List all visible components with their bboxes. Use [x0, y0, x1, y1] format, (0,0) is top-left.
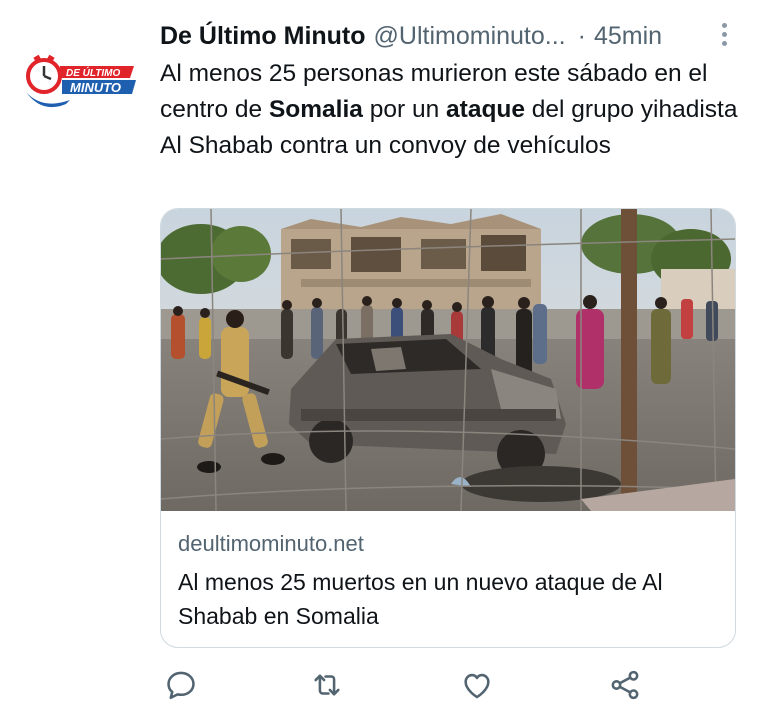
timestamp[interactable]: 45min	[594, 22, 662, 51]
share-icon	[611, 670, 639, 700]
tweet-text-bold-ataque: ataque	[446, 96, 525, 123]
card-image[interactable]	[161, 209, 735, 511]
retweet-button[interactable]	[310, 668, 350, 708]
more-options-icon[interactable]	[714, 20, 734, 52]
reply-button[interactable]	[164, 668, 204, 708]
de-ultimo-minuto-logo: DE ÚLTIMO MINUTO	[26, 54, 136, 108]
logo-text-bottom: MINUTO	[70, 80, 121, 95]
logo-text-top: DE ÚLTIMO	[66, 66, 120, 79]
card-domain: deultimominuto.net	[178, 531, 364, 556]
tweet[interactable]: DE ÚLTIMO MINUTO De Último Minuto @Ultim…	[0, 0, 760, 728]
burned-car-photo	[161, 209, 735, 511]
heart-icon	[464, 673, 490, 699]
tweet-text-part: por un	[362, 96, 447, 123]
like-button[interactable]	[460, 668, 500, 708]
account-avatar[interactable]: DE ÚLTIMO MINUTO	[22, 52, 140, 114]
tweet-text-bold-somalia: Somalia	[268, 96, 363, 123]
tweet-actions	[160, 668, 660, 712]
separator-dot: ·	[577, 21, 586, 50]
tweet-text: Al menos 25 personas murieron este sábad…	[160, 56, 745, 164]
retweet-icon	[314, 674, 340, 696]
share-button[interactable]	[608, 668, 648, 708]
display-name[interactable]: De Último Minuto	[160, 22, 366, 51]
tweet-header: De Último Minuto @Ultimominuto... · 45mi…	[160, 18, 740, 54]
handle[interactable]: @Ultimominuto...	[374, 22, 566, 51]
card-title: Al menos 25 muertos en un nuevo ataque d…	[178, 569, 663, 629]
reply-icon	[167, 671, 195, 700]
link-preview-card[interactable]: deultimominuto.net Al menos 25 muertos e…	[160, 208, 736, 648]
